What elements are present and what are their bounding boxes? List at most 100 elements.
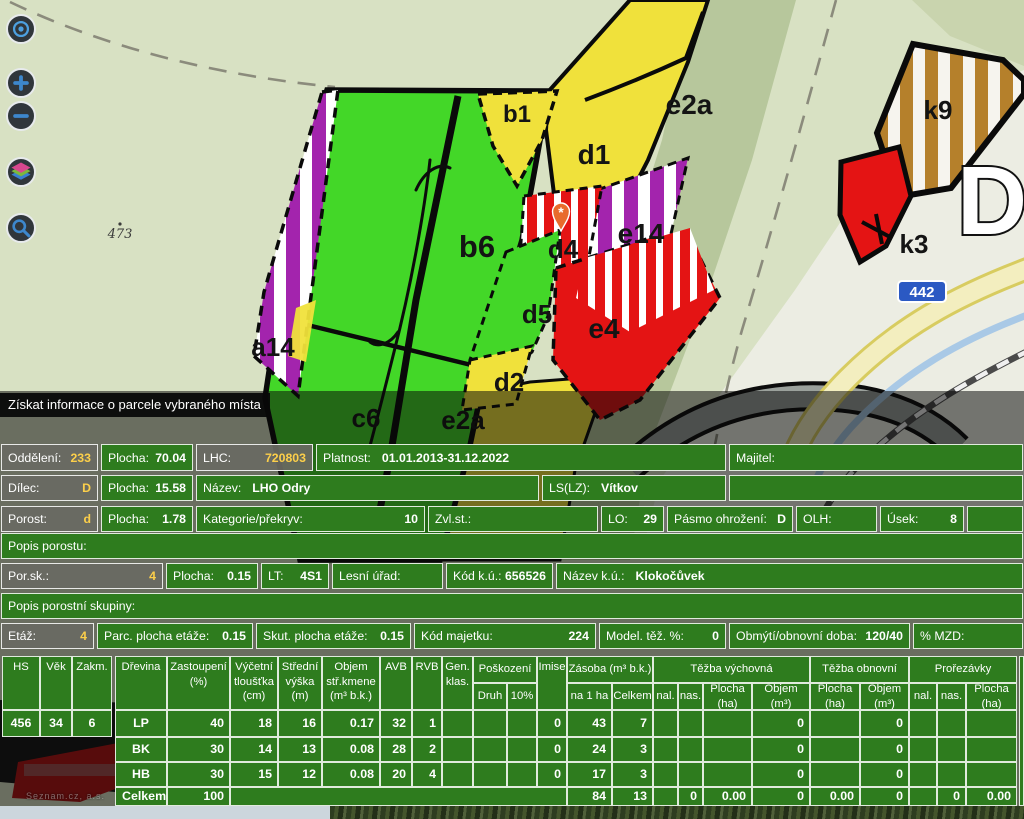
species-header-cell: nal.: [653, 683, 678, 710]
parcel-label: d1: [578, 139, 611, 170]
species-cell: 40: [167, 710, 230, 737]
species-cell: 30: [167, 762, 230, 787]
species-cell: [966, 762, 1017, 787]
species-cell: 20: [380, 762, 412, 787]
species-cell: 0.08: [322, 737, 380, 762]
species-header-cell: Střední výška (m): [278, 656, 322, 710]
search-button[interactable]: [6, 213, 36, 243]
layers-icon: [8, 159, 34, 185]
info-cell: Porost:d: [1, 506, 98, 532]
info-cell: Kód majetku:224: [414, 623, 596, 649]
info-cell: Plocha:70.04: [101, 444, 193, 471]
species-cell: 15: [230, 762, 278, 787]
species-header-cell: Gen. klas.: [442, 656, 473, 710]
species-header-cell: AVB: [380, 656, 412, 710]
info-cell: Obmýtí/obnovní doba:120/40: [729, 623, 910, 649]
info-cell: Por.sk.:4: [1, 563, 163, 589]
species-header-cell: nas.: [678, 683, 703, 710]
species-header-cell: Výčetní tloušťka (cm): [230, 656, 278, 710]
species-cell: 0: [537, 710, 567, 737]
species-total-cell: 84: [567, 787, 612, 806]
species-cell: 2: [412, 737, 442, 762]
species-header-cell: Zakm.: [72, 656, 112, 710]
species-cell: [810, 762, 860, 787]
info-cell: Oddělení:233: [1, 444, 98, 471]
species-cell: [678, 737, 703, 762]
species-cell: [653, 762, 678, 787]
info-cell: Model. těž. %:0: [599, 623, 726, 649]
info-cell: Plocha:15.58: [101, 475, 193, 501]
bottom-strip: [0, 806, 330, 819]
plus-icon: [8, 70, 34, 96]
species-cell: 28: [380, 737, 412, 762]
species-cell: [909, 762, 937, 787]
species-cell: 0.17: [322, 710, 380, 737]
svg-text:*: *: [558, 204, 564, 220]
svg-text:442: 442: [909, 284, 934, 301]
species-cell: [507, 762, 537, 787]
species-cell: [703, 737, 752, 762]
aerial-photo-strip: [330, 806, 1024, 819]
species-cell: [653, 710, 678, 737]
svg-text:473: 473: [107, 227, 133, 242]
species-cell: [442, 710, 473, 737]
species-cell: 4: [412, 762, 442, 787]
species-header-cell: Objem (m³): [752, 683, 810, 710]
info-cell: LHC:720803: [196, 444, 313, 471]
info-cell: % MZD:: [913, 623, 1023, 649]
species-cell: [909, 737, 937, 762]
species-header-cell: Zastoupení (%): [167, 656, 230, 710]
species-cell: [703, 710, 752, 737]
zoom-out-button[interactable]: [6, 101, 36, 131]
species-total-cell: 0: [860, 787, 909, 806]
species-header-group: Těžba obnovní: [810, 656, 909, 683]
species-cell: [442, 737, 473, 762]
species-total-cell: 0: [752, 787, 810, 806]
species-cell: [473, 762, 507, 787]
species-cell: 3: [612, 762, 653, 787]
info-cell: Dílec:D: [1, 475, 98, 501]
info-cell: OLH:: [796, 506, 877, 532]
species-total-cell: 13: [612, 787, 653, 806]
species-cell: [966, 710, 1017, 737]
species-total-cell: [230, 787, 567, 806]
species-total-cell: 0: [678, 787, 703, 806]
map-tooltip: Získat informace o parcele vybraného mís…: [0, 393, 270, 417]
species-cell: BK: [115, 737, 167, 762]
species-cell: 24: [567, 737, 612, 762]
species-cell: 6: [72, 710, 112, 737]
species-cell: [507, 710, 537, 737]
zoom-in-button[interactable]: [6, 68, 36, 98]
species-cell: 16: [278, 710, 322, 737]
species-header-cell: Věk: [40, 656, 72, 710]
species-total-cell: 0.00: [966, 787, 1017, 806]
info-cell: Úsek:8: [880, 506, 964, 532]
target-icon: [8, 16, 34, 42]
species-cell: [810, 710, 860, 737]
info-cell: Majitel:: [729, 444, 1023, 471]
species-header-cell: Dřevina: [115, 656, 167, 710]
species-total-cell: [909, 787, 937, 806]
parcel-label: b6: [459, 229, 495, 264]
species-header-cell: Imise: [537, 656, 567, 710]
info-cell: [729, 475, 1023, 501]
species-cell: 30: [167, 737, 230, 762]
locate-button[interactable]: [6, 14, 36, 44]
species-cell: 34: [40, 710, 72, 737]
parcel-label: e14: [618, 218, 665, 249]
species-cell: [937, 737, 966, 762]
species-cell: 0: [752, 762, 810, 787]
species-header-cell: Druh: [473, 683, 507, 710]
info-cell: Kód k.ú.:656526: [446, 563, 553, 589]
parcel-label: d5: [522, 299, 552, 329]
species-cell: LP: [115, 710, 167, 737]
info-cell: LO:29: [601, 506, 664, 532]
species-header-cell: nal.: [909, 683, 937, 710]
species-cell: [810, 737, 860, 762]
species-cell: HB: [115, 762, 167, 787]
species-header-cell: Plocha (ha): [810, 683, 860, 710]
info-cell: Pásmo ohrožení:D: [667, 506, 793, 532]
layers-button[interactable]: [6, 157, 36, 187]
species-total-cell: 0.00: [810, 787, 860, 806]
road-number-sign: 442: [898, 281, 946, 302]
